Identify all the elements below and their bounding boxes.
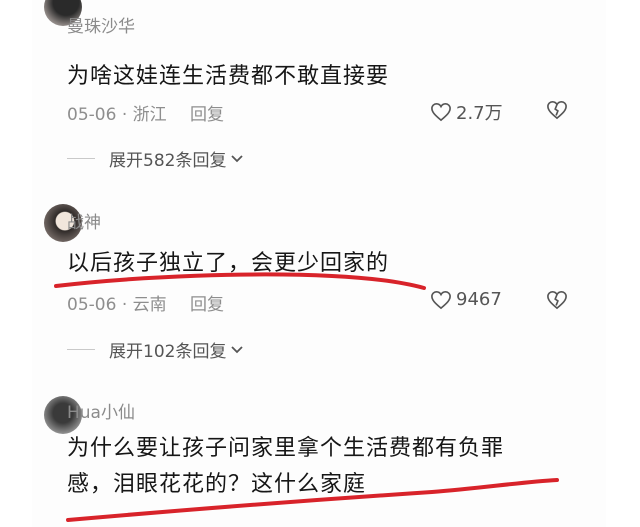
broken-heart-icon[interactable] (546, 290, 568, 310)
like-button[interactable]: 9467 (430, 289, 502, 310)
comment-meta: 05-06 · 浙江 回复 (67, 100, 224, 125)
chevron-down-icon (231, 345, 244, 353)
comment-date: 05-06 (67, 295, 117, 315)
separator: · (121, 105, 133, 125)
heart-icon (431, 102, 451, 122)
reply-button[interactable]: 回复 (190, 295, 224, 315)
comment-username[interactable]: Hua小仙 (67, 398, 135, 423)
broken-heart-icon[interactable] (546, 100, 568, 120)
like-count: 2.7万 (456, 103, 503, 124)
divider (67, 158, 95, 159)
chevron-down-icon (231, 154, 244, 162)
expand-replies-button[interactable]: 展开102条回复 (67, 337, 244, 362)
comment-location: 浙江 (132, 105, 167, 125)
comment-text: 以后孩子独立了，会更少回家的 (67, 251, 390, 276)
like-button[interactable]: 2.7万 (430, 99, 503, 125)
comment-username[interactable]: 曼珠沙华 (67, 12, 135, 37)
expand-replies-label: 展开102条回复 (109, 342, 227, 362)
comment-date: 05-06 (67, 105, 117, 125)
comment-text-line: 为什么要让孩子问家里拿个生活费都有负罪 (67, 436, 505, 461)
comment-location: 云南 (132, 295, 167, 315)
expand-replies-label: 展开582条回复 (109, 151, 227, 171)
like-count: 9467 (456, 289, 502, 310)
expand-replies-button[interactable]: 展开582条回复 (67, 146, 244, 171)
divider (67, 349, 95, 350)
comment-meta: 05-06 · 云南 回复 (67, 290, 224, 315)
heart-icon (431, 290, 451, 309)
separator: · (121, 295, 133, 315)
comment-text-line: 感，泪眼花花的？这什么家庭 (67, 472, 367, 497)
comment-text: 为啥这娃连生活费都不敢直接要 (67, 64, 390, 89)
comment-username[interactable]: 战神 (67, 208, 101, 233)
reply-button[interactable]: 回复 (190, 105, 224, 125)
right-margin (606, 0, 640, 527)
comments-panel: 曼珠沙华 为啥这娃连生活费都不敢直接要 05-06 · 浙江 回复 2.7万 展… (32, 0, 606, 527)
